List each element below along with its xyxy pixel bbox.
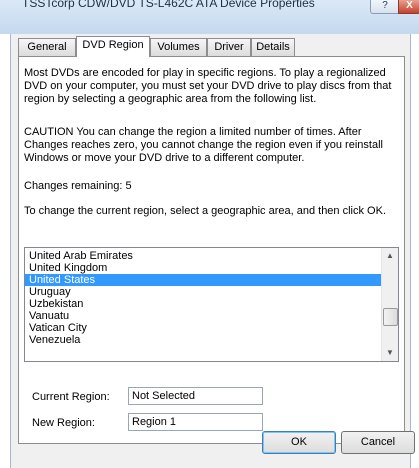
tab-details[interactable]: Details (251, 38, 295, 56)
window-title: TSSTcorp CDW/DVD TS-L462C ATA Device Pro… (22, 0, 315, 10)
ok-button[interactable]: OK (262, 431, 336, 454)
region-list-items: United Arab Emirates United Kingdom Unit… (25, 248, 398, 346)
new-region-field: Region 1 (128, 413, 263, 431)
caution-text: CAUTION You can change the region a limi… (24, 126, 383, 164)
list-item[interactable]: United Kingdom (25, 262, 382, 274)
scroll-up-icon[interactable]: ▲ (382, 248, 398, 264)
list-item[interactable]: Venezuela (25, 334, 382, 346)
scroll-thumb[interactable] (383, 308, 398, 326)
region-listbox[interactable]: United Arab Emirates United Kingdom Unit… (24, 247, 399, 362)
list-item-selected[interactable]: United States (25, 274, 382, 286)
current-region-field: Not Selected (128, 387, 263, 405)
tab-driver[interactable]: Driver (207, 38, 251, 56)
changes-remaining-text: Changes remaining: 5 (24, 180, 132, 192)
region-list-scrollbar[interactable]: ▲ ▼ (381, 248, 398, 361)
list-item[interactable]: Vanuatu (25, 310, 382, 322)
list-item[interactable]: Uzbekistan (25, 298, 382, 310)
tab-volumes[interactable]: Volumes (150, 38, 207, 56)
title-bar: TSSTcorp CDW/DVD TS-L462C ATA Device Pro… (0, 0, 419, 34)
instruction-text: To change the current region, select a g… (24, 205, 386, 217)
tab-general[interactable]: General (18, 38, 76, 56)
current-region-label: Current Region: (32, 391, 110, 403)
new-region-label: New Region: (32, 417, 95, 429)
help-button[interactable]: ? (370, 0, 400, 14)
close-button[interactable]: X (398, 0, 419, 14)
list-item[interactable]: United Arab Emirates (25, 250, 382, 262)
scroll-down-icon[interactable]: ▼ (382, 345, 398, 361)
list-item[interactable]: Uruguay (25, 286, 382, 298)
intro-text: Most DVDs are encoded for play in specif… (24, 67, 392, 105)
tab-dvd-region[interactable]: DVD Region (76, 36, 150, 57)
cancel-button[interactable]: Cancel (341, 431, 415, 454)
list-item[interactable]: Vatican City (25, 322, 382, 334)
